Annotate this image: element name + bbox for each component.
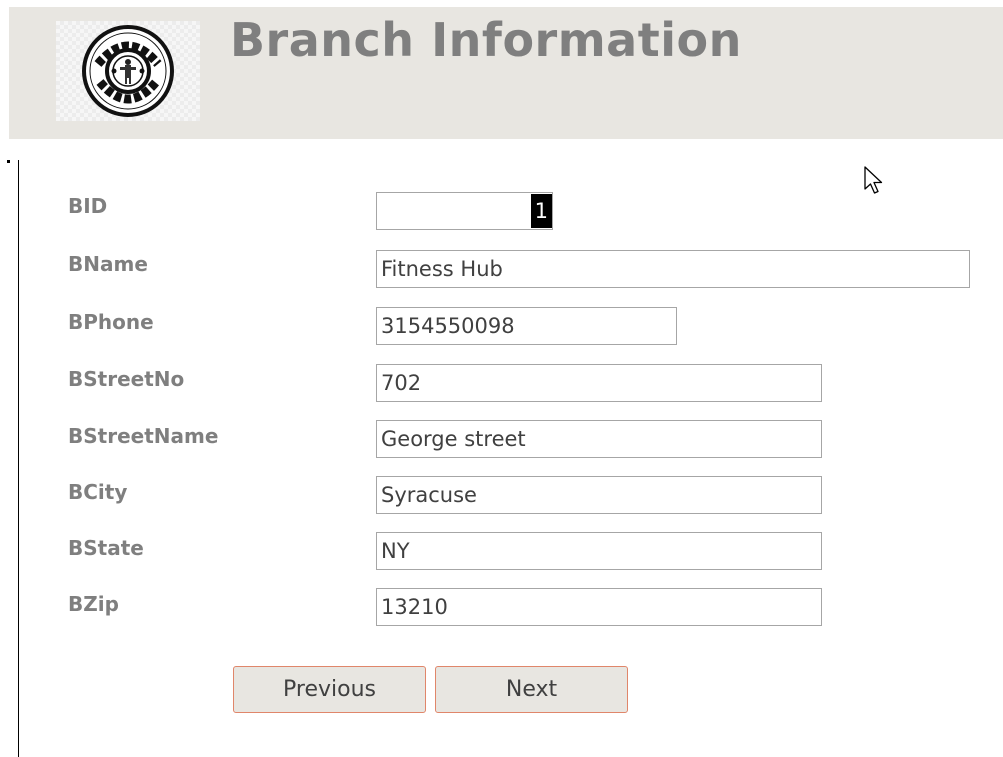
bstreetno-label: BStreetNo [68, 367, 185, 391]
bcity-label: BCity [68, 480, 128, 504]
bname-label: BName [68, 252, 148, 276]
bstate-field[interactable]: NY [376, 532, 822, 570]
form-header: Branch Information [9, 7, 1003, 139]
bphone-field[interactable]: 3154550098 [376, 307, 677, 345]
form-left-border [18, 160, 19, 757]
bid-value-selected: 1 [530, 194, 552, 228]
bstreetname-field[interactable]: George street [376, 420, 822, 458]
golds-gym-logo-icon [56, 21, 200, 121]
bcity-field[interactable]: Syracuse [376, 476, 822, 514]
previous-button[interactable]: Previous [233, 666, 426, 713]
bname-field[interactable]: Fitness Hub [376, 250, 970, 288]
bstreetno-field[interactable]: 702 [376, 364, 822, 402]
mouse-pointer-icon [864, 166, 883, 194]
page-title: Branch Information [230, 13, 742, 67]
bstate-label: BState [68, 536, 144, 560]
form-page: Branch Information BID 1 BName Fitness H… [0, 0, 1003, 757]
next-button[interactable]: Next [435, 666, 628, 713]
bzip-field[interactable]: 13210 [376, 588, 822, 626]
bstreetname-label: BStreetName [68, 424, 219, 448]
bzip-label: BZip [68, 592, 119, 616]
bid-field[interactable]: 1 [376, 192, 553, 230]
bid-label: BID [68, 194, 108, 218]
record-selector-marker [7, 160, 10, 163]
golds-gym-logo-graphic [82, 25, 174, 117]
bphone-label: BPhone [68, 310, 154, 334]
